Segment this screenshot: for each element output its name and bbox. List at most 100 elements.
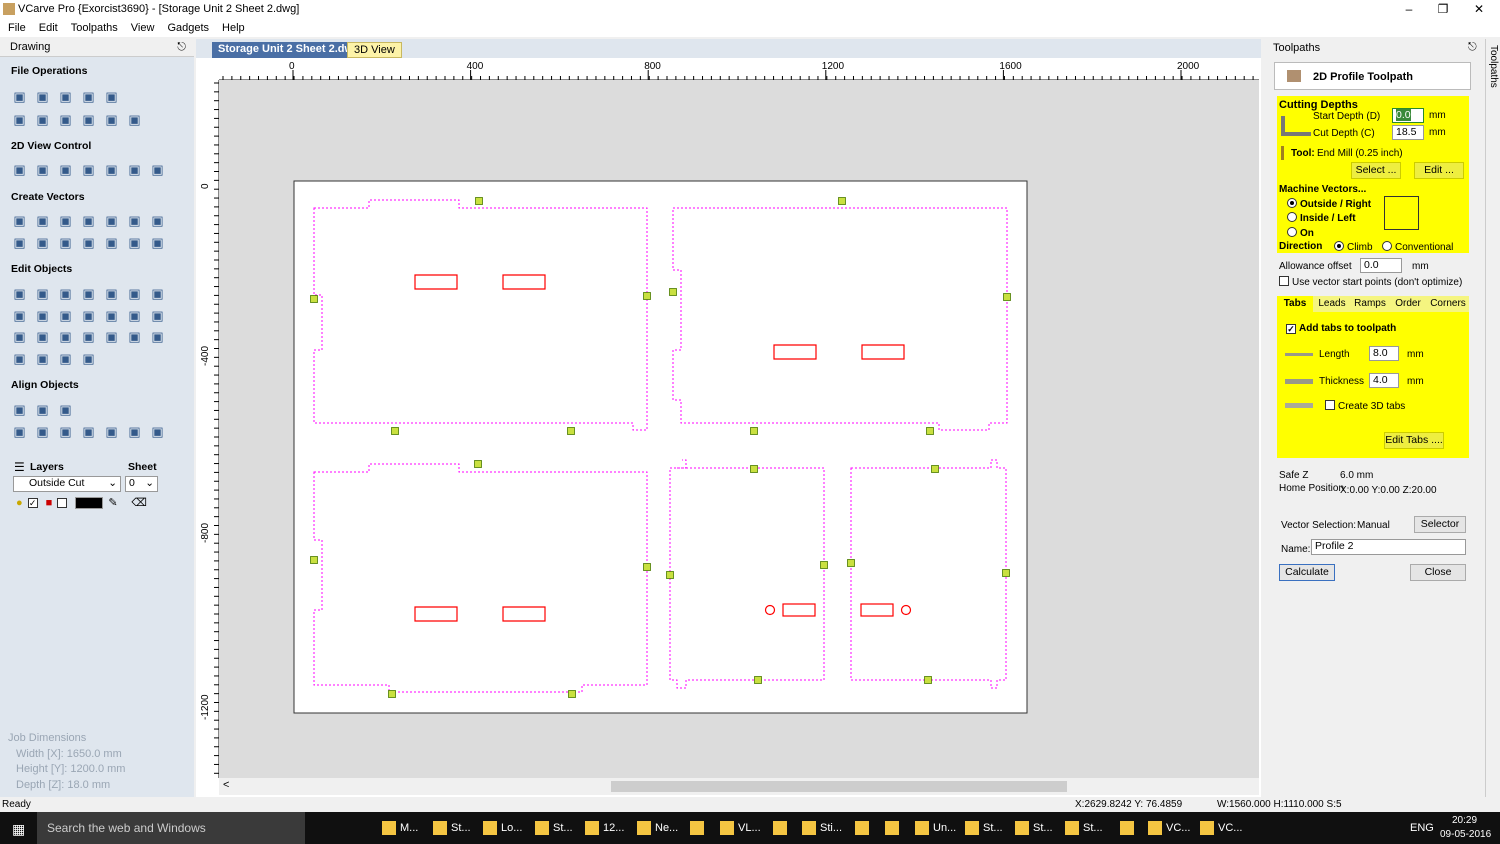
taskbar-app[interactable]: M... <box>382 812 418 844</box>
align-icon[interactable]: ▣ <box>10 306 29 325</box>
taskbar-app[interactable]: Ne... <box>637 812 678 844</box>
clock-time[interactable]: 20:29 <box>1452 815 1477 826</box>
tab-marker[interactable] <box>931 465 939 473</box>
subtab-leads[interactable]: Leads <box>1313 296 1351 312</box>
sheet-view-icon[interactable]: ▣ <box>125 160 144 179</box>
minimize-button[interactable]: – <box>1392 0 1426 19</box>
subtab-tabs[interactable]: Tabs <box>1277 296 1313 312</box>
curve-fit-icon[interactable]: ▣ <box>56 349 75 368</box>
search-box[interactable]: Search the web and Windows <box>37 812 305 844</box>
name-input[interactable]: Profile 2 <box>1311 539 1466 555</box>
mirror-icon[interactable]: ▣ <box>125 284 144 303</box>
align-vertical-icon[interactable]: ▣ <box>56 400 75 419</box>
text-on-curve-icon[interactable]: ▣ <box>56 233 75 252</box>
closed-vector-icon[interactable]: ▣ <box>33 349 52 368</box>
edit-tabs-button[interactable]: Edit Tabs .... <box>1384 432 1444 449</box>
menu-file[interactable]: File <box>8 22 26 34</box>
subtab-ramps[interactable]: Ramps <box>1351 296 1389 312</box>
clock-date[interactable]: 09-05-2016 <box>1440 829 1491 840</box>
save-icon[interactable]: ▣ <box>56 87 75 106</box>
node-edit-icon[interactable]: ▣ <box>33 284 52 303</box>
taskbar-app[interactable] <box>885 812 903 844</box>
taskbar-app[interactable]: St... <box>433 812 471 844</box>
tab-marker[interactable] <box>388 690 396 698</box>
text-box-icon[interactable]: ▣ <box>33 233 52 252</box>
taskbar-app[interactable]: VL... <box>720 812 761 844</box>
subtab-order[interactable]: Order <box>1389 296 1427 312</box>
start-depth-input[interactable]: 0.0 <box>1392 108 1424 123</box>
paste-icon[interactable]: ▣ <box>79 110 98 129</box>
lock-icon[interactable]: ■ <box>46 497 53 509</box>
offset-icon[interactable]: ▣ <box>33 327 52 346</box>
copy-icon[interactable]: ▣ <box>56 110 75 129</box>
redo-icon[interactable]: ▣ <box>125 110 144 129</box>
scale-icon[interactable]: ▣ <box>148 284 167 303</box>
radio-outside[interactable]: Outside / Right <box>1287 198 1371 210</box>
subtab-corners[interactable]: Corners <box>1427 296 1469 312</box>
export-icon[interactable]: ▣ <box>102 87 121 106</box>
auto-layout-text-icon[interactable]: ▣ <box>79 233 98 252</box>
taskbar-app[interactable]: VC... <box>1200 812 1242 844</box>
curve-icon[interactable]: ▣ <box>102 211 121 230</box>
drawing-svg[interactable] <box>219 80 1259 778</box>
rectangle-icon[interactable]: ▣ <box>56 211 75 230</box>
layer-properties-icon[interactable]: ✎ <box>108 496 126 509</box>
ungroup-icon[interactable]: ▣ <box>102 284 121 303</box>
selector-button[interactable]: Selector ... <box>1414 516 1466 545</box>
add-tabs-checkbox[interactable]: ✓ Add tabs to toolpath <box>1286 323 1396 334</box>
language-indicator[interactable]: ENG <box>1410 822 1434 834</box>
menu-help[interactable]: Help <box>222 22 245 34</box>
scissors-icon[interactable]: ▣ <box>148 327 167 346</box>
taskbar-app[interactable]: St... <box>965 812 1003 844</box>
menu-gadgets[interactable]: Gadgets <box>167 22 209 34</box>
calculate-button[interactable]: Calculate <box>1279 564 1335 581</box>
menu-edit[interactable]: Edit <box>39 22 58 34</box>
tab-marker[interactable] <box>847 559 855 567</box>
sheet-dropdown[interactable]: 0 ⌄ <box>125 476 158 492</box>
layer-dropdown[interactable]: Outside Cut ⌄ <box>13 476 121 492</box>
radio-on[interactable]: On <box>1287 227 1314 239</box>
pin-icon[interactable]: ⎋ <box>1468 41 1477 54</box>
start-button[interactable]: ▦ <box>12 821 25 838</box>
bitmap-icon[interactable]: ▣ <box>125 233 144 252</box>
close-icon[interactable]: ▣ <box>79 349 98 368</box>
new-file-icon[interactable]: ▣ <box>10 87 29 106</box>
align-left-icon[interactable]: ▣ <box>33 422 52 441</box>
join-icon[interactable]: ▣ <box>125 306 144 325</box>
toolpaths-side-tab[interactable]: Toolpaths <box>1485 39 1500 797</box>
tab-marker[interactable] <box>750 465 758 473</box>
taskbar-app[interactable]: 12... <box>585 812 624 844</box>
radio-conventional[interactable]: Conventional <box>1382 241 1453 253</box>
tab-marker[interactable] <box>1002 569 1010 577</box>
close-panel-button[interactable]: Close <box>1410 564 1466 581</box>
align-right-icon[interactable]: ▣ <box>56 422 75 441</box>
drawing-canvas[interactable] <box>219 80 1259 778</box>
taskbar-app[interactable] <box>773 812 791 844</box>
taskbar-app[interactable]: Lo... <box>483 812 522 844</box>
align-horizontal-icon[interactable]: ▣ <box>33 400 52 419</box>
cut-icon[interactable]: ▣ <box>33 110 52 129</box>
tab-marker[interactable] <box>926 427 934 435</box>
zoom-selection-icon[interactable]: ▣ <box>79 160 98 179</box>
align-top-icon[interactable]: ▣ <box>79 422 98 441</box>
3d-view-icon[interactable]: ▣ <box>148 160 167 179</box>
text-icon[interactable]: ▣ <box>10 233 29 252</box>
polyline-icon[interactable]: ▣ <box>79 211 98 230</box>
zoom-extents-icon[interactable]: ▣ <box>56 160 75 179</box>
radio-inside[interactable]: Inside / Left <box>1287 212 1356 224</box>
fillet-icon[interactable]: ▣ <box>56 327 75 346</box>
dogbone-icon[interactable]: ▣ <box>79 327 98 346</box>
layer-delete-icon[interactable]: ⌫ <box>131 496 147 509</box>
length-input[interactable]: 8.0 <box>1369 346 1399 361</box>
radio-climb[interactable]: Climb <box>1334 241 1373 253</box>
star-icon[interactable]: ▣ <box>148 211 167 230</box>
select-icon[interactable]: ▣ <box>10 284 29 303</box>
tab-marker[interactable] <box>924 676 932 684</box>
tab-marker[interactable] <box>310 295 318 303</box>
tab-drawing[interactable]: Storage Unit 2 Sheet 2.dwg <box>212 42 366 58</box>
align-center-icon[interactable]: ▣ <box>10 400 29 419</box>
tab-marker[interactable] <box>754 676 762 684</box>
taskbar-app[interactable] <box>690 812 708 844</box>
vector-start-checkbox[interactable]: Use vector start points (don't optimize) <box>1279 276 1462 288</box>
pan-icon[interactable]: ▣ <box>10 160 29 179</box>
